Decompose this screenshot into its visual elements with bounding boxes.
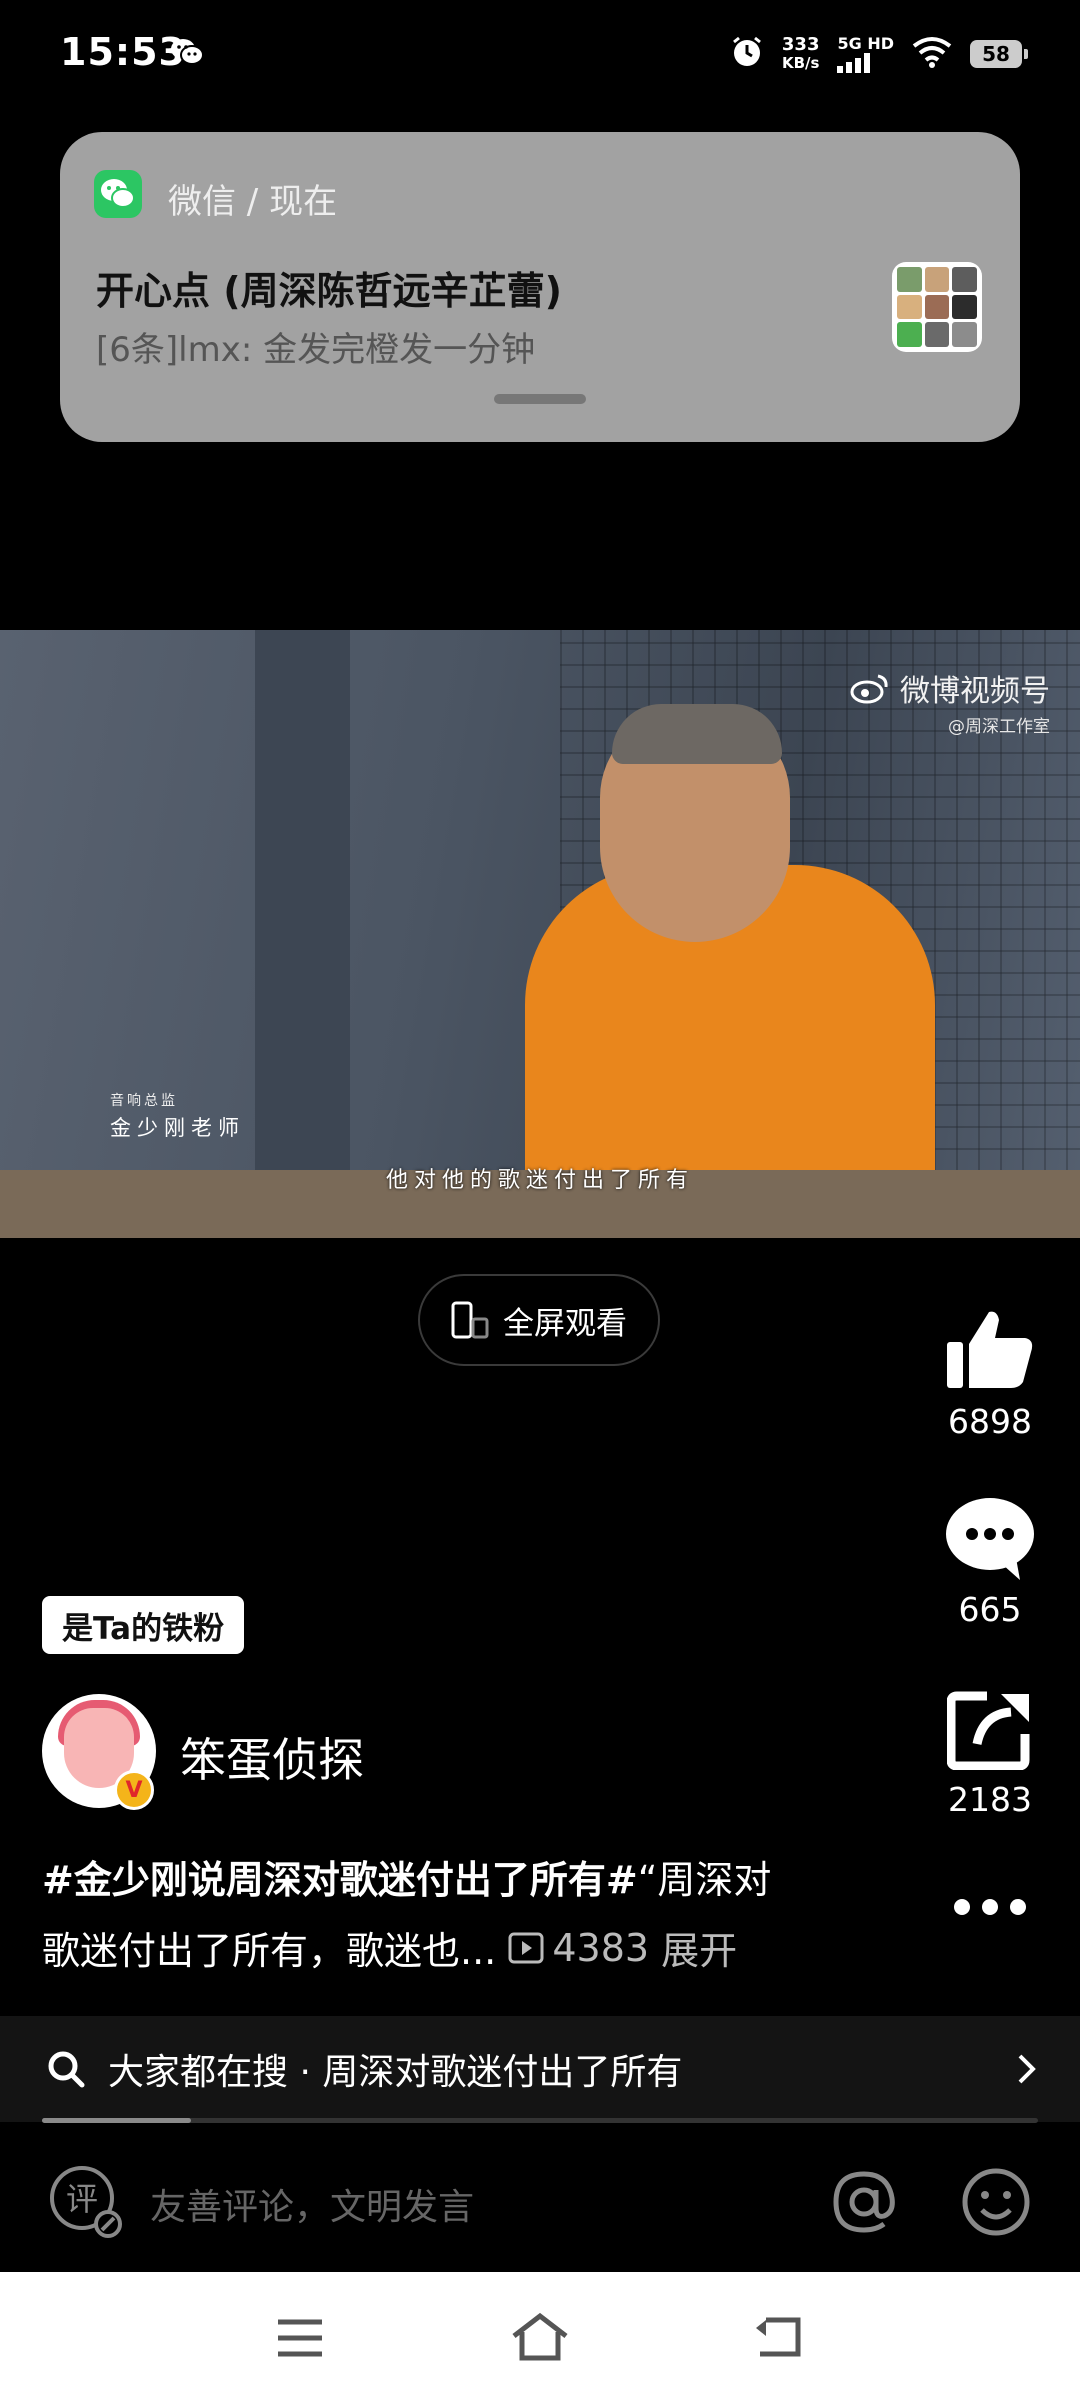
video-progress-bar[interactable] (42, 2118, 1038, 2123)
weibo-icon (850, 674, 888, 704)
video-watermark: 微博视频号 @周深工作室 (850, 666, 1050, 737)
status-time: 15:53 (60, 30, 186, 74)
verified-badge-icon: V (114, 1770, 154, 1810)
emoji-icon[interactable] (960, 2166, 1032, 2238)
system-nav-bar (0, 2272, 1080, 2400)
chevron-right-icon (1018, 2054, 1036, 2084)
status-bar: 15:53 333 KB/s 5G HD 58 (0, 0, 1080, 110)
back-icon[interactable] (752, 2314, 804, 2360)
fullscreen-button[interactable]: 全屏观看 (418, 1274, 660, 1366)
comment-input[interactable]: 友善评论，文明发言 (150, 2178, 474, 2230)
post-description[interactable]: #金少刚说周深对歌迷付出了所有#“周深对 歌迷付出了所有，歌迷也... 4383… (42, 1846, 862, 1985)
signal-icon: 5G HD (837, 34, 894, 73)
wechat-icon (94, 170, 142, 218)
at-icon[interactable] (830, 2168, 898, 2236)
expand-link[interactable]: 展开 (661, 1929, 737, 1973)
rotate-screen-icon (451, 1301, 489, 1339)
comment-input-bar: 评 友善评论，文明发言 (0, 2136, 1080, 2270)
like-button[interactable]: 6898 (936, 1308, 1044, 1441)
notification-drag-handle[interactable] (494, 394, 586, 404)
video-player[interactable]: 微博视频号 @周深工作室 音响总监 金少刚老师 他对他的歌迷付出了所有 (0, 630, 1080, 1238)
play-icon (508, 1932, 544, 1964)
video-subtitle: 他对他的歌迷付出了所有 (385, 1168, 694, 1193)
fan-badge: 是Ta的铁粉 (42, 1596, 245, 1654)
svg-text:评: 评 (66, 2180, 98, 2218)
hashtag-link[interactable]: #金少刚说周深对歌迷付出了所有# (42, 1858, 638, 1902)
wifi-icon (912, 36, 952, 72)
notification-message: [6条]lmx: 金发完橙发一分钟 (96, 330, 536, 370)
notification-title: 开心点 (周深陈哲远辛芷蕾) (96, 269, 562, 313)
share-button[interactable]: 2183 (936, 1690, 1044, 1819)
group-avatar (892, 262, 982, 352)
alarm-icon (730, 35, 764, 73)
caption-name: 金少刚老师 (110, 1116, 245, 1140)
thumbs-up-icon (947, 1311, 1033, 1388)
video-background-pillar (255, 630, 350, 1238)
hot-search-bar[interactable]: 大家都在搜 · 周深对歌迷付出了所有 (0, 2016, 1080, 2122)
more-options-button[interactable] (936, 1896, 1044, 1922)
wechat-icon (170, 38, 204, 70)
share-icon (946, 1691, 1030, 1771)
author-name[interactable]: 笨蛋侦探 (180, 1724, 364, 1790)
wechat-notification[interactable]: 微信 / 现在 开心点 (周深陈哲远辛芷蕾) [6条]lmx: 金发完橙发一分钟 (60, 132, 1020, 442)
home-icon[interactable] (510, 2312, 570, 2362)
network-speed: 333 KB/s (781, 33, 820, 72)
avatar[interactable]: V (42, 1694, 156, 1810)
status-indicators: 333 KB/s 5G HD 58 (730, 33, 1028, 73)
comment-edit-icon: 评 (50, 2166, 122, 2238)
more-dots-icon (954, 1899, 1026, 1915)
caption-role: 音响总监 (110, 1093, 178, 1109)
comment-bubble-icon (946, 1498, 1034, 1580)
comment-button[interactable]: 665 (936, 1496, 1044, 1629)
video-progress-fill (42, 2118, 192, 2123)
hot-search-text: 大家都在搜 · 周深对歌迷付出了所有 (108, 2052, 683, 2093)
search-icon (48, 2051, 85, 2088)
menu-icon[interactable] (276, 2318, 324, 2358)
notification-app-line: 微信 / 现在 (168, 182, 338, 222)
video-person-hair (612, 704, 782, 764)
play-count: 4383 (508, 1914, 649, 1982)
battery-indicator: 58 (970, 39, 1028, 68)
